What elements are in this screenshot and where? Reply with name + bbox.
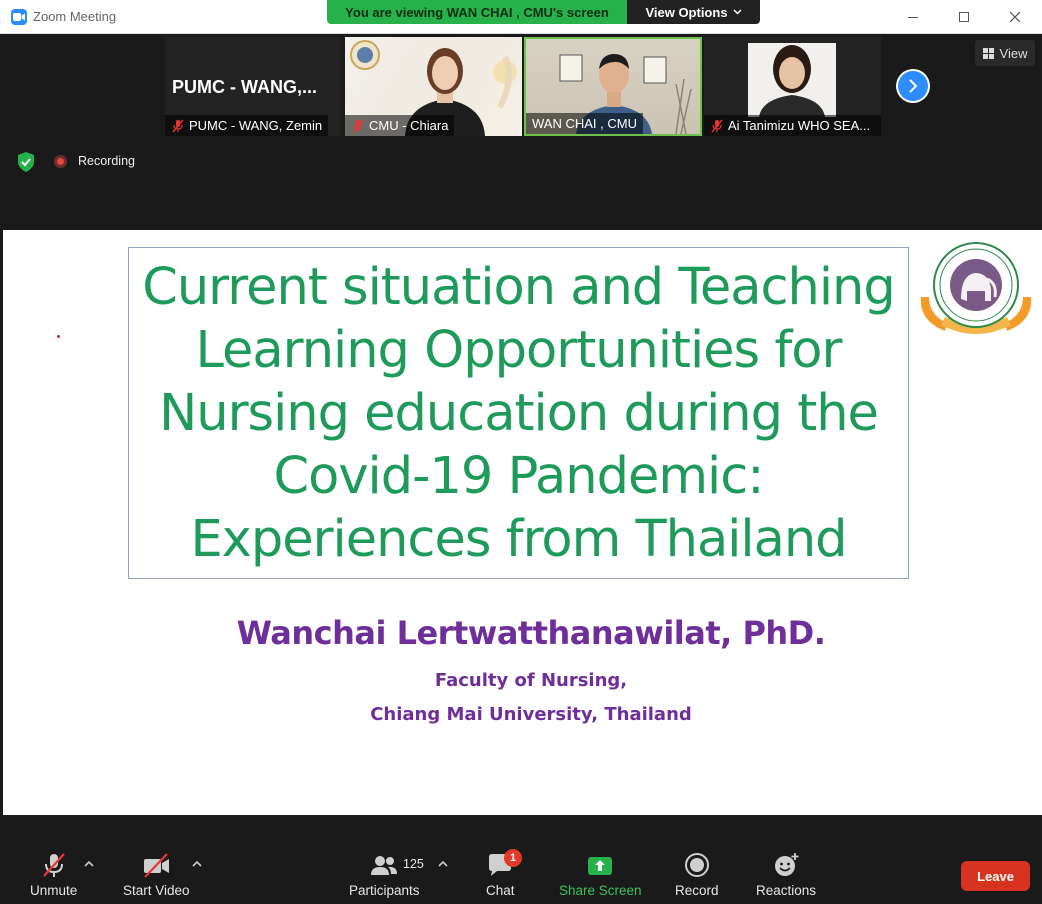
participants-label: Participants — [349, 883, 420, 898]
muted-mic-icon — [711, 119, 723, 132]
slide-author: Wanchai Lertwatthanawilat, PhD. — [236, 614, 826, 652]
reactions-button[interactable]: Reactions — [756, 851, 816, 898]
university-seal-logo — [920, 242, 1032, 334]
unmute-button[interactable]: Unmute — [30, 851, 77, 898]
recording-label: Recording — [78, 154, 135, 168]
muted-mic-icon — [352, 119, 364, 132]
slide-title-box: Current situation and Teaching Learning … — [128, 247, 909, 579]
participants-count: 125 — [403, 857, 424, 871]
meeting-controls-toolbar: Unmute Start Video Participants 125 Chat… — [0, 815, 1042, 904]
start-video-button[interactable]: Start Video — [123, 851, 190, 898]
slide-affiliation-line2: Chiang Mai University, Thailand — [370, 704, 692, 725]
zoom-app-icon — [11, 9, 27, 25]
maximize-icon — [959, 12, 969, 22]
recording-indicator-icon — [54, 155, 67, 168]
view-options-button[interactable]: View Options — [627, 0, 760, 24]
close-icon — [1009, 11, 1021, 23]
view-label: View — [999, 45, 1028, 61]
screen-share-banner: You are viewing WAN CHAI , CMU's screen — [327, 0, 627, 24]
muted-mic-icon — [172, 119, 184, 132]
slide-affiliation-line1: Faculty of Nursing, — [434, 670, 628, 691]
record-button[interactable]: Record — [675, 851, 719, 898]
minimize-icon — [908, 17, 918, 18]
participant-name: PUMC - WANG, Zemin — [189, 118, 323, 133]
maximize-button[interactable] — [941, 0, 987, 34]
participant-name: CMU - Chiara — [369, 118, 449, 133]
participant-tile-chiara[interactable]: CMU - Chiara — [345, 37, 522, 136]
grid-view-icon — [982, 47, 994, 59]
muted-mic-icon — [42, 853, 65, 877]
reactions-smiley-icon — [775, 853, 799, 876]
close-window-button[interactable] — [992, 0, 1038, 34]
view-layout-button[interactable]: View — [975, 40, 1035, 66]
leave-label: Leave — [977, 868, 1014, 884]
record-icon — [684, 853, 709, 877]
participant-thumbnails-strip: PUMC - WANG,... PUMC - WANG, Zemin CMU -… — [3, 34, 1042, 230]
share-screen-label: Share Screen — [559, 883, 642, 898]
next-participants-button[interactable] — [896, 69, 930, 103]
share-banner-text: You are viewing WAN CHAI , CMU's screen — [345, 4, 609, 20]
window-title: Zoom Meeting — [33, 9, 117, 24]
unmute-label: Unmute — [30, 883, 78, 898]
participant-name-bar: Ai Tanimizu WHO SEA... — [704, 115, 881, 136]
chevron-right-icon — [909, 79, 918, 93]
slide-title: Current situation and Teaching Learning … — [142, 257, 895, 569]
participant-tile-ai[interactable]: Ai Tanimizu WHO SEA... — [704, 37, 881, 136]
chevron-down-icon — [733, 9, 742, 15]
share-screen-button[interactable]: Share Screen — [559, 851, 642, 898]
zoom-meeting-window: Zoom Meeting You are viewing WAN CHAI , … — [0, 0, 1042, 904]
shared-screen-slide: Current situation and Teaching Learning … — [3, 230, 1042, 815]
view-options-label: View Options — [645, 4, 728, 20]
participant-name: Ai Tanimizu WHO SEA... — [728, 118, 871, 133]
laser-pointer-dot — [57, 335, 60, 338]
participant-initial-name: PUMC - WANG,... — [172, 77, 317, 97]
start-video-label: Start Video — [123, 883, 190, 898]
leave-meeting-button[interactable]: Leave — [961, 861, 1030, 891]
audio-options-chevron-up-icon[interactable] — [83, 859, 95, 869]
share-screen-icon — [588, 857, 613, 875]
participant-tile-wanchai[interactable]: WAN CHAI , CMU — [524, 37, 702, 136]
participant-name-bar: CMU - Chiara — [345, 115, 455, 136]
participant-tile-pumc[interactable]: PUMC - WANG,... PUMC - WANG, Zemin — [165, 37, 341, 136]
chat-label: Chat — [486, 883, 515, 898]
participant-name-bar: PUMC - WANG, Zemin — [165, 115, 329, 136]
participants-icon — [371, 856, 398, 875]
security-shield-icon[interactable] — [16, 151, 36, 173]
chat-unread-badge: 1 — [504, 849, 522, 867]
record-label: Record — [675, 883, 719, 898]
minimize-button[interactable] — [890, 0, 936, 34]
reactions-label: Reactions — [756, 883, 817, 898]
video-off-icon — [144, 853, 170, 878]
participant-name-bar: WAN CHAI , CMU — [526, 113, 643, 134]
video-options-chevron-up-icon[interactable] — [191, 859, 203, 869]
participant-name: WAN CHAI , CMU — [532, 116, 637, 131]
participants-options-chevron-up-icon[interactable] — [437, 859, 449, 869]
